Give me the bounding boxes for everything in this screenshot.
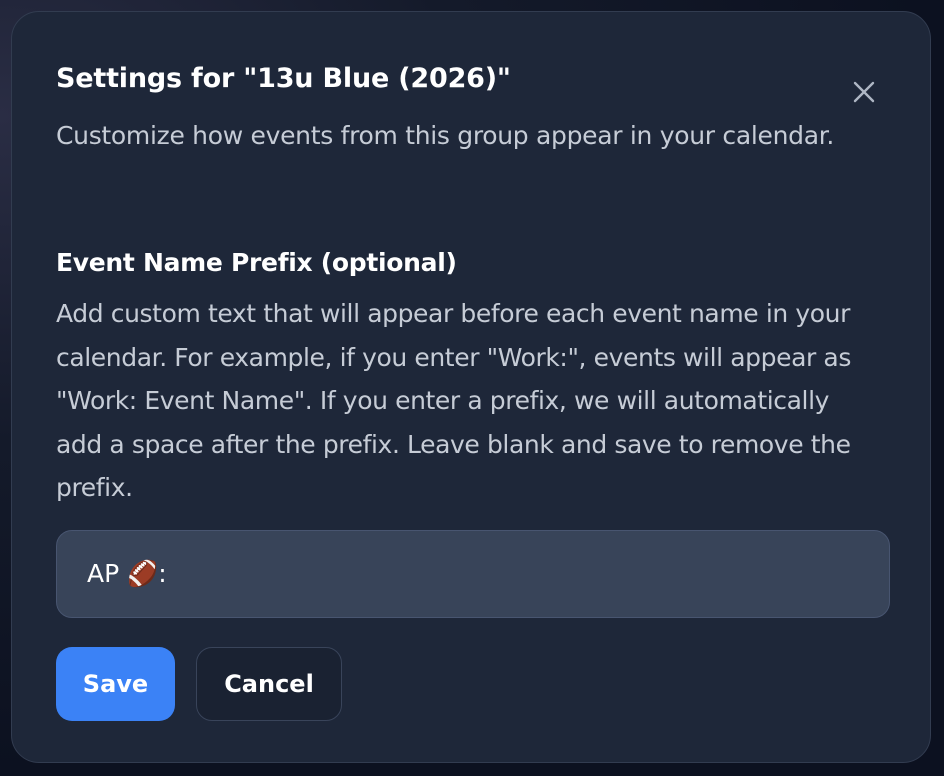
close-icon: [853, 81, 875, 103]
prefix-input[interactable]: [56, 530, 890, 618]
dialog-subtitle: Customize how events from this group app…: [56, 121, 835, 150]
cancel-button[interactable]: Cancel: [196, 647, 342, 721]
settings-dialog: Settings for "13u Blue (2026)" Customize…: [11, 11, 931, 763]
dialog-title: Settings for "13u Blue (2026)": [56, 63, 511, 94]
close-button[interactable]: [846, 74, 882, 110]
save-button[interactable]: Save: [56, 647, 175, 721]
prefix-description: Add custom text that will appear before …: [56, 299, 851, 502]
prefix-heading: Event Name Prefix (optional): [56, 248, 457, 277]
